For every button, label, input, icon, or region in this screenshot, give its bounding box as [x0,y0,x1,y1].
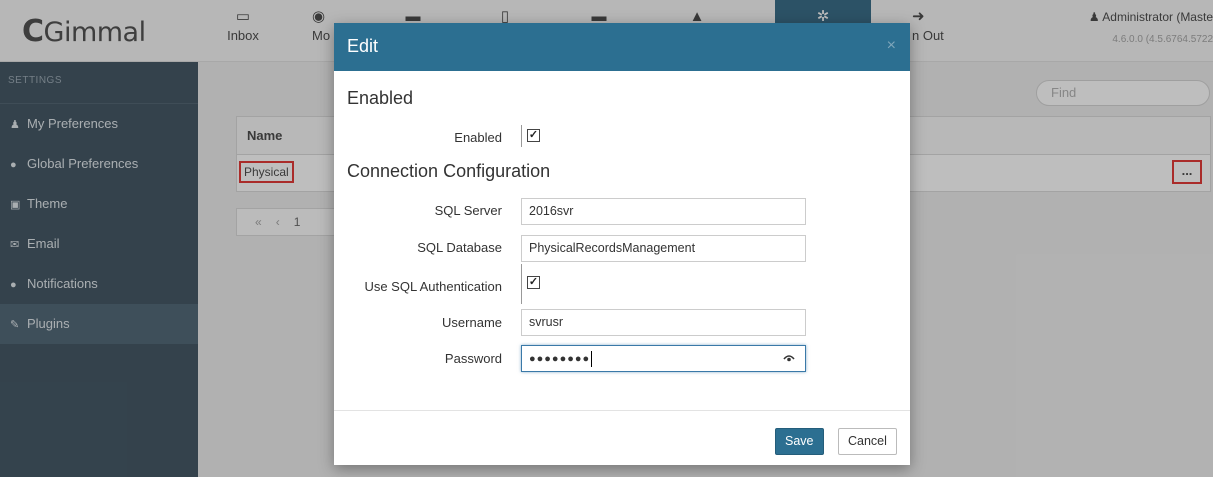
edit-dialog: Edit × Enabled Enabled ✓ Connection Conf… [334,23,910,465]
username-label: Username [442,315,502,330]
password-mask: ●●●●●●●● [529,353,591,365]
enabled-checkbox[interactable]: ✓ [527,129,540,142]
sql-database-input[interactable]: PhysicalRecordsManagement [521,235,806,262]
save-button[interactable]: Save [775,428,824,455]
enabled-label: Enabled [454,130,502,145]
close-icon[interactable]: × [887,37,896,55]
dialog-title: Edit [347,36,379,56]
sql-server-input[interactable]: 2016svr [521,198,806,225]
sql-server-label: SQL Server [434,203,502,218]
sql-database-label: SQL Database [417,240,502,255]
field-divider [521,264,522,304]
show-password-icon[interactable] [783,347,795,372]
password-input[interactable]: ●●●●●●●● [521,345,806,372]
cancel-button[interactable]: Cancel [838,428,897,455]
dialog-footer-divider [334,410,910,411]
text-caret [591,350,593,367]
section-heading-connection: Connection Configuration [347,161,551,181]
field-divider [521,125,522,147]
dialog-header: Edit × [334,23,910,71]
username-input[interactable]: svrusr [521,309,806,336]
password-label: Password [444,351,502,366]
sql-auth-label: Use SQL Authentication [364,279,502,294]
sql-auth-checkbox[interactable]: ✓ [527,276,540,289]
section-heading-enabled: Enabled [347,88,414,108]
